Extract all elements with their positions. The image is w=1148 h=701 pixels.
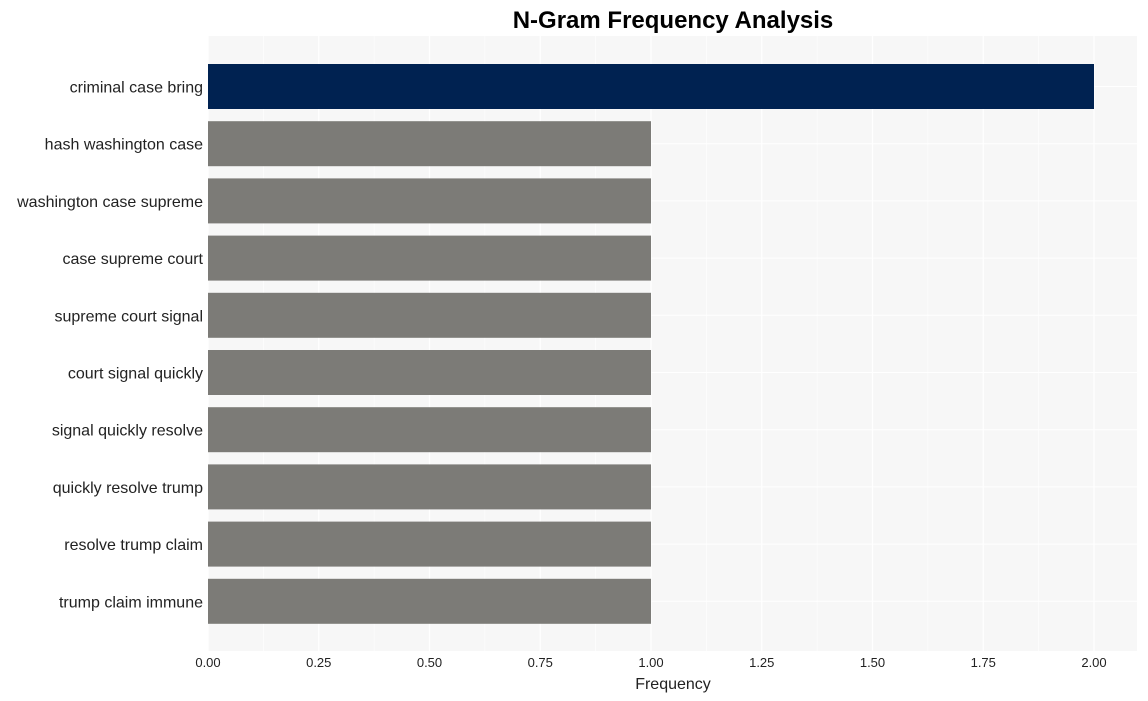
x-axis-label: Frequency (635, 676, 711, 693)
y-tick-label: supreme court signal (54, 308, 203, 325)
bar-signal-quickly-resolve (208, 407, 651, 453)
y-tick-label: case supreme court (62, 251, 203, 268)
bar-criminal-case-bring (208, 64, 1094, 109)
bar-court-signal-quickly (208, 350, 651, 395)
x-tick-label: 1.00 (638, 655, 663, 670)
x-tick-label: 1.50 (860, 655, 885, 670)
y-tick-label: washington case supreme (16, 194, 203, 211)
y-tick-label: quickly resolve trump (53, 480, 203, 497)
chart-title: N-Gram Frequency Analysis (513, 7, 834, 34)
x-tick-label: 0.25 (306, 655, 331, 670)
x-tick-label: 0.75 (528, 655, 553, 670)
y-tick-label: signal quickly resolve (52, 423, 203, 440)
bar-case-supreme-court (208, 235, 651, 281)
x-tick-label: 1.25 (749, 655, 774, 670)
y-tick-label: trump claim immune (59, 594, 203, 611)
bar-washington-case-supreme (208, 178, 651, 224)
y-tick-label: resolve trump claim (64, 537, 203, 554)
y-tick-label: criminal case bring (70, 80, 203, 97)
y-axis-labels: criminal case bring hash washington case w… (16, 80, 203, 612)
bar-trump-claim-immune (208, 578, 651, 624)
x-tick-label: 0.50 (417, 655, 442, 670)
x-tick-label: 0.00 (195, 655, 220, 670)
bar-resolve-trump-claim (208, 521, 651, 567)
bar-supreme-court-signal (208, 292, 651, 338)
bar-hash-washington-case (208, 121, 651, 167)
y-tick-label: hash washington case (45, 137, 203, 154)
ngram-bar-chart: N-Gram Frequency Analysis criminal case … (16, 7, 1137, 693)
x-tick-label: 2.00 (1081, 655, 1106, 670)
x-axis-ticks: 0.00 0.25 0.50 0.75 1.00 1.25 1.50 1.75 2.00 (195, 655, 1106, 670)
x-tick-label: 1.75 (971, 655, 996, 670)
y-tick-label: court signal quickly (68, 366, 203, 383)
bar-quickly-resolve-trump (208, 464, 651, 510)
